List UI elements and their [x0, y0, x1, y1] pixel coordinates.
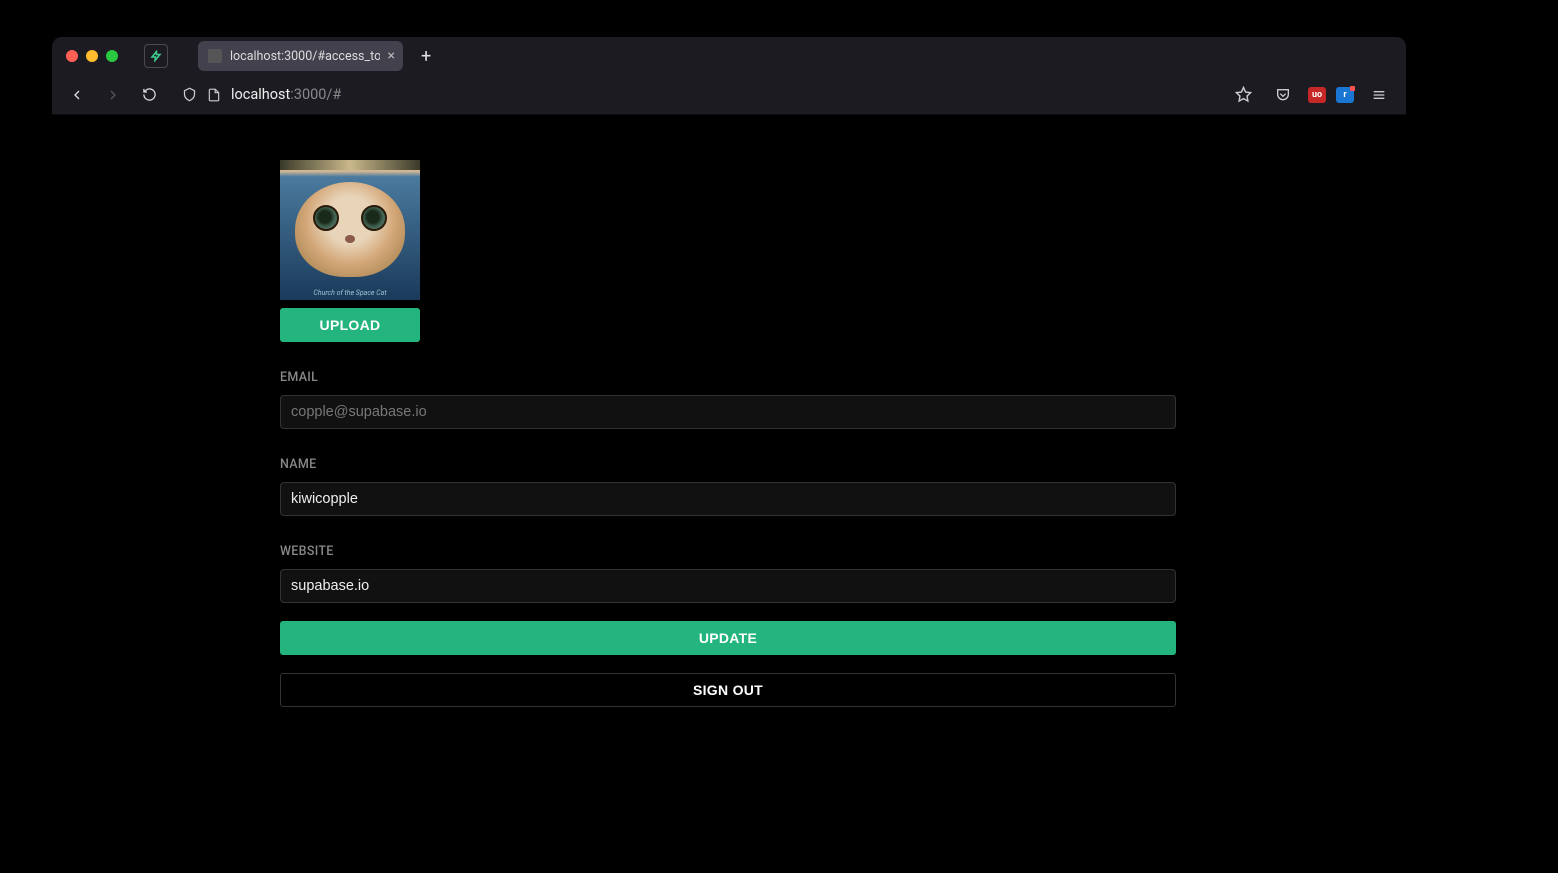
name-input[interactable]	[280, 482, 1176, 516]
page-icon	[207, 88, 221, 102]
close-window-button[interactable]	[66, 50, 78, 62]
sidebar-toggle-icon[interactable]	[144, 44, 168, 68]
toolbar: localhost:3000/# uo r	[52, 75, 1406, 115]
browser-window: localhost:3000/#access_token= × + localh…	[52, 37, 1406, 747]
form-actions: UPDATE SIGN OUT	[280, 621, 1176, 707]
tab-favicon-icon	[208, 49, 222, 63]
new-tab-button[interactable]: +	[421, 46, 431, 67]
maximize-window-button[interactable]	[106, 50, 118, 62]
titlebar: localhost:3000/#access_token= × +	[52, 37, 1406, 75]
website-input[interactable]	[280, 569, 1176, 603]
email-field-group: EMAIL	[280, 370, 1176, 429]
profile-form: Church of the Space Cat UPLOAD EMAIL NAM…	[280, 160, 1176, 707]
website-label: WEBSITE	[280, 544, 1176, 559]
update-button[interactable]: UPDATE	[280, 621, 1176, 655]
website-field-group: WEBSITE	[280, 544, 1176, 603]
tab-title: localhost:3000/#access_token=	[230, 49, 380, 64]
name-field-group: NAME	[280, 457, 1176, 516]
shield-icon	[182, 87, 197, 102]
window-controls	[66, 50, 118, 62]
back-button[interactable]	[62, 80, 92, 110]
ublock-extension-icon[interactable]: uo	[1308, 87, 1326, 103]
upload-button[interactable]: UPLOAD	[280, 308, 420, 342]
forward-button[interactable]	[98, 80, 128, 110]
extension-icon[interactable]: r	[1336, 87, 1354, 103]
reload-button[interactable]	[134, 80, 164, 110]
signout-button[interactable]: SIGN OUT	[280, 673, 1176, 707]
email-label: EMAIL	[280, 370, 1176, 385]
minimize-window-button[interactable]	[86, 50, 98, 62]
toolbar-right: uo r	[1228, 80, 1396, 110]
url-bar[interactable]: localhost:3000/#	[174, 80, 1218, 110]
url-text: localhost:3000/#	[231, 86, 341, 103]
page-content: Church of the Space Cat UPLOAD EMAIL NAM…	[52, 115, 1406, 747]
avatar-image: Church of the Space Cat	[280, 160, 420, 300]
bookmark-button[interactable]	[1228, 80, 1258, 110]
name-label: NAME	[280, 457, 1176, 472]
pocket-button[interactable]	[1268, 80, 1298, 110]
tab-close-button[interactable]: ×	[388, 49, 395, 63]
email-input	[280, 395, 1176, 429]
browser-tab[interactable]: localhost:3000/#access_token= ×	[198, 41, 403, 71]
menu-button[interactable]	[1364, 80, 1394, 110]
